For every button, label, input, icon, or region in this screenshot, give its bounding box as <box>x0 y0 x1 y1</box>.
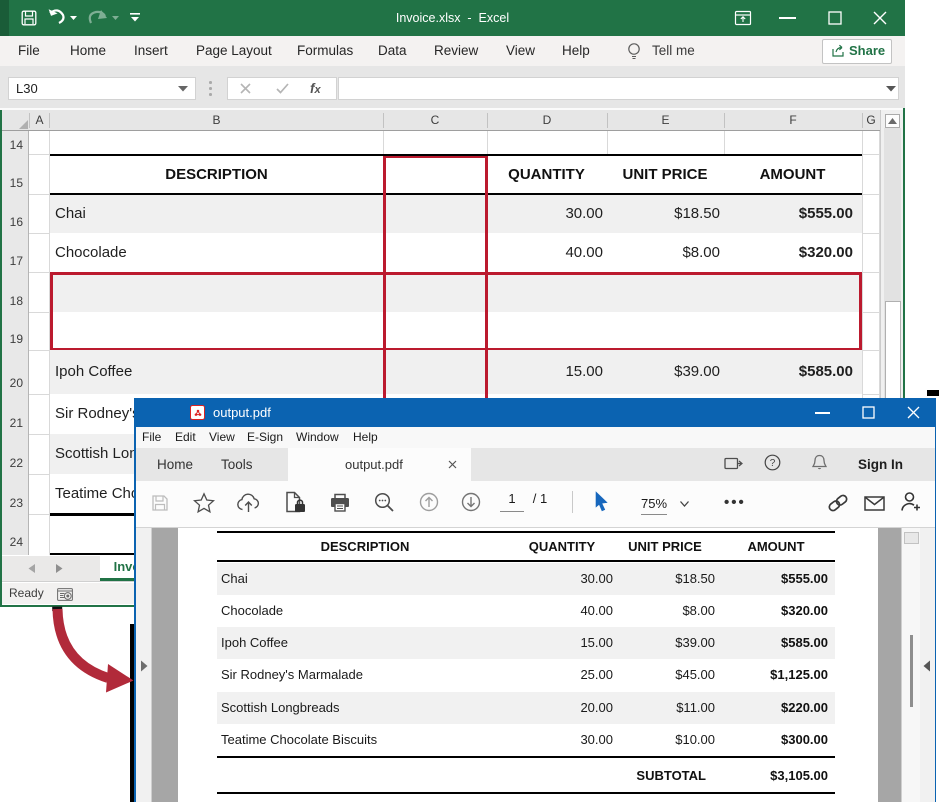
svg-text:?: ? <box>770 458 776 469</box>
